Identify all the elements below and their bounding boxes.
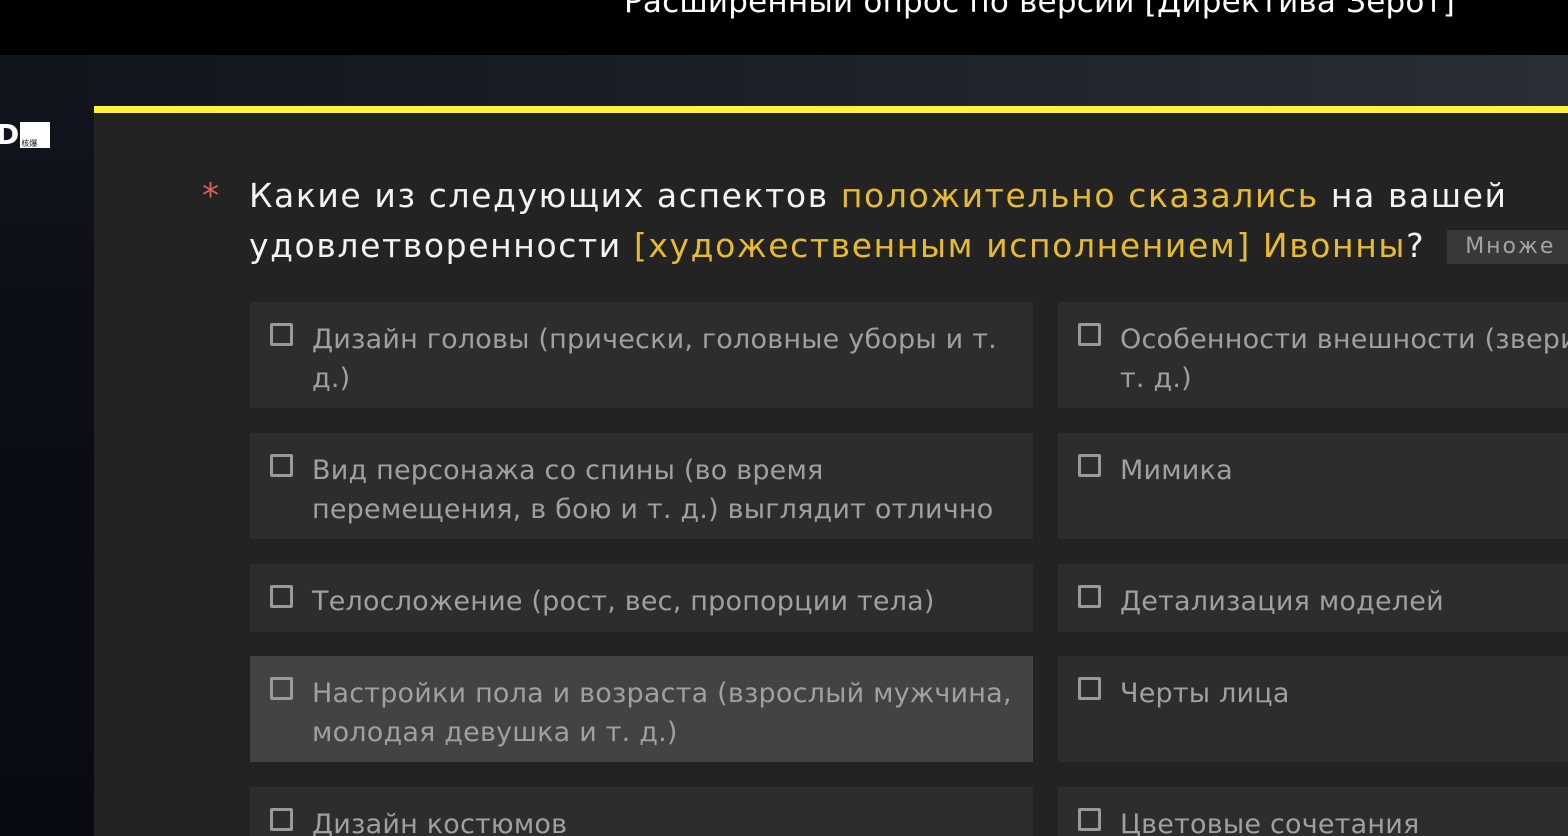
header-band xyxy=(0,55,1568,107)
checkbox[interactable] xyxy=(1078,808,1101,831)
question-text-plain: удовлетворенности xyxy=(249,226,634,265)
question-text-line-1: Какие из следующих аспектов положительно… xyxy=(249,179,1508,212)
option-gender-age[interactable]: Настройки пола и возраста (взрослый мужч… xyxy=(250,656,1033,762)
option-label-line-2: т. д.) xyxy=(1120,363,1192,394)
option-label: Цветовые сочетания xyxy=(1120,809,1420,836)
option-costume-design[interactable]: Дизайн костюмов xyxy=(250,787,1033,836)
option-label: Черты лица xyxy=(1120,678,1290,709)
checkbox[interactable] xyxy=(270,808,293,831)
survey-title: Расширенный опрос по версии [Директива З… xyxy=(624,0,1456,20)
top-bar: Расширенный опрос по версии [Директива З… xyxy=(0,0,1568,55)
option-label: Дизайн головы (прически, головные уборы … xyxy=(312,324,997,394)
question-text-highlight: [художественным исполнением] Ивонны xyxy=(633,226,1407,265)
logo-box: 核爆 xyxy=(20,122,51,148)
option-label: Вид персонажа со спины (во время перемещ… xyxy=(312,455,994,525)
question-text-plain: Какие из следующих аспектов xyxy=(249,176,841,215)
option-model-detail[interactable]: Детализация моделей xyxy=(1058,564,1568,632)
checkbox[interactable] xyxy=(1078,677,1101,700)
question-text-line-2: удовлетворенности [художественным исполн… xyxy=(249,229,1568,264)
option-back-view[interactable]: Вид персонажа со спины (во время перемещ… xyxy=(250,433,1033,539)
checkbox[interactable] xyxy=(1078,585,1101,608)
option-label: Телосложение (рост, вес, пропорции тела) xyxy=(312,586,935,617)
option-label: Мимика xyxy=(1120,455,1233,486)
option-color-combinations[interactable]: Цветовые сочетания xyxy=(1058,787,1568,836)
option-appearance-features[interactable]: Особенности внешности (зверины т. д.) xyxy=(1058,302,1568,408)
option-label: Дизайн костюмов xyxy=(312,809,568,836)
required-mark: * xyxy=(202,176,219,216)
logo: D 核爆 xyxy=(0,118,51,151)
logo-letter: D xyxy=(0,118,20,151)
option-label: Детализация моделей xyxy=(1120,586,1444,617)
option-label: Настройки пола и возраста (взрослый мужч… xyxy=(312,678,1012,748)
survey-page: Расширенный опрос по версии [Директива З… xyxy=(0,0,1568,836)
checkbox[interactable] xyxy=(1078,323,1101,346)
question-text-plain: на вашей xyxy=(1318,176,1508,215)
checkbox[interactable] xyxy=(1078,454,1101,477)
logo-box-text: 核爆 xyxy=(21,139,38,148)
option-facial-expressions[interactable]: Мимика xyxy=(1058,433,1568,539)
multiple-choice-badge: Множе xyxy=(1447,230,1568,264)
option-facial-features[interactable]: Черты лица xyxy=(1058,656,1568,762)
checkbox[interactable] xyxy=(270,454,293,477)
option-label-line-1: Особенности внешности (зверины xyxy=(1120,324,1568,355)
question-text-highlight: положительно сказались xyxy=(840,176,1319,215)
option-head-design[interactable]: Дизайн головы (прически, головные уборы … xyxy=(250,302,1033,408)
option-body-build[interactable]: Телосложение (рост, вес, пропорции тела) xyxy=(250,564,1033,632)
checkbox[interactable] xyxy=(270,323,293,346)
question-text-plain: ? xyxy=(1406,226,1426,265)
question-card: * Какие из следующих аспектов положитель… xyxy=(94,106,1568,836)
checkbox[interactable] xyxy=(270,585,293,608)
checkbox[interactable] xyxy=(270,677,293,700)
